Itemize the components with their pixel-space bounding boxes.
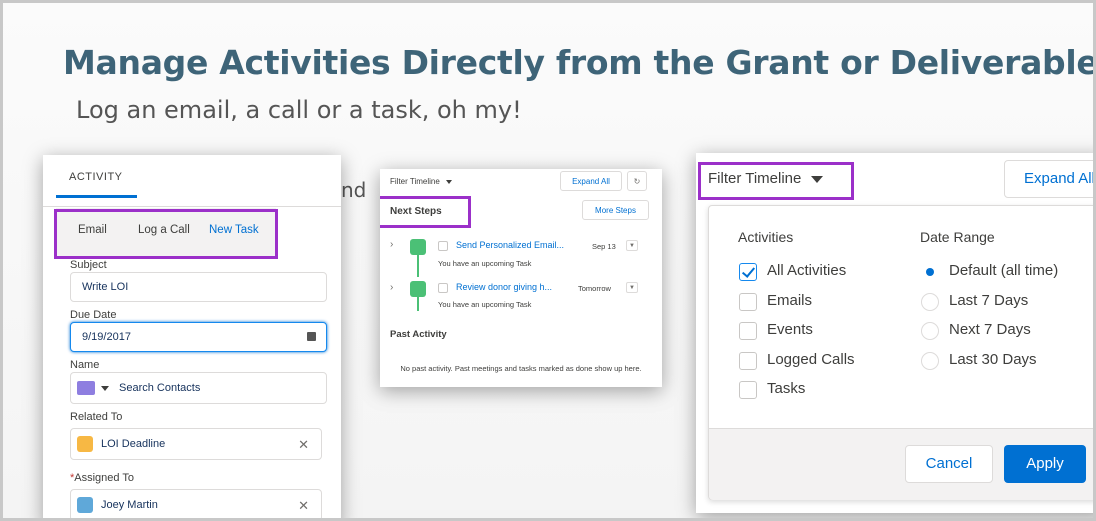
due-date-value: 9/19/2017 (82, 331, 131, 343)
option-label: All Activities (767, 262, 847, 279)
task-title-link[interactable]: Send Personalized Email... (456, 240, 564, 250)
task-icon (410, 281, 426, 297)
contact-icon[interactable] (77, 381, 95, 395)
checkbox-all-activities[interactable] (739, 263, 757, 281)
option-label: Tasks (767, 380, 806, 397)
expand-all-button[interactable]: Expand All (560, 171, 622, 191)
option-label: Events (767, 321, 813, 338)
slide-frame: Manage Activities Directly from the Gran… (0, 0, 1096, 521)
subject-label: Subject (70, 259, 107, 271)
activity-panel: ACTIVITY Email Log a Call New Task Subje… (43, 155, 341, 518)
refresh-icon[interactable]: ↻ (627, 171, 647, 191)
timeline-filter-label: Filter Timeline (390, 177, 440, 186)
no-past-activity-text: No past activity. Past meetings and task… (400, 364, 642, 373)
task-meta: You have an upcoming Task (438, 300, 532, 309)
task-meta: You have an upcoming Task (438, 259, 532, 268)
option-label: Default (all time) (949, 262, 1059, 279)
timeline-panel: Filter Timeline Expand All ↻ Next Steps … (380, 169, 662, 387)
radio-last-30-days[interactable] (921, 352, 939, 370)
crown-icon (77, 436, 93, 452)
cancel-button[interactable]: Cancel (905, 445, 993, 483)
radio-next-7-days[interactable] (921, 322, 939, 340)
timeline-filter-button[interactable]: Filter Timeline (390, 177, 452, 186)
activities-heading: Activities (738, 229, 794, 245)
option-label: Next 7 Days (949, 321, 1031, 338)
related-to-label: Related To (70, 411, 123, 423)
checkbox-tasks[interactable] (739, 381, 757, 399)
related-to-pill[interactable]: LOI Deadline ✕ (70, 428, 322, 460)
highlight-box-next-steps (380, 196, 471, 228)
expand-all-button[interactable]: Expand All (1004, 160, 1093, 198)
task-menu-chevron-icon[interactable]: ▼ (626, 282, 638, 293)
clear-related-icon[interactable]: ✕ (298, 437, 309, 453)
timeline-connector (417, 297, 419, 311)
task-title-link[interactable]: Review donor giving h... (456, 282, 552, 292)
option-label: Logged Calls (767, 351, 855, 368)
chevron-down-icon (445, 179, 452, 184)
subject-input[interactable]: Write LOI (70, 272, 327, 302)
task-icon (410, 239, 426, 255)
task-date: Tomorrow (578, 284, 611, 293)
assigned-to-pill[interactable]: Joey Martin ✕ (70, 489, 322, 518)
filter-popover: Activities Date Range All Activities Ema… (708, 205, 1093, 500)
task-date: Sep 13 (592, 242, 616, 251)
due-date-input[interactable]: 9/19/2017 (70, 322, 327, 352)
clear-assigned-icon[interactable]: ✕ (298, 498, 309, 514)
chevron-right-icon[interactable]: › (390, 282, 393, 293)
active-tab-underline (56, 195, 137, 198)
activity-header: ACTIVITY (43, 155, 341, 207)
filter-panel: Filter Timeline Expand All Activities Da… (696, 153, 1093, 513)
timeline-connector (417, 255, 419, 277)
highlight-box-activity-tabs (54, 209, 278, 259)
radio-default-all-time[interactable] (921, 263, 939, 281)
assigned-to-value: Joey Martin (101, 499, 158, 511)
calendar-icon[interactable] (307, 332, 316, 341)
highlight-box-filter-timeline (698, 162, 854, 200)
name-label: Name (70, 359, 100, 371)
option-label: Last 7 Days (949, 292, 1029, 309)
past-activity-heading: Past Activity (390, 329, 447, 340)
assigned-to-label-text: Assigned To (74, 472, 135, 484)
due-date-label: Due Date (70, 309, 117, 321)
date-range-heading: Date Range (920, 229, 995, 245)
name-lookup-input[interactable]: Search Contacts (70, 372, 327, 404)
apply-button[interactable]: Apply (1004, 445, 1086, 483)
radio-last-7-days[interactable] (921, 293, 939, 311)
user-icon (77, 497, 93, 513)
task-checkbox[interactable] (438, 241, 448, 251)
assigned-to-label: *Assigned To (70, 472, 134, 484)
background-text-fragment: nd (341, 178, 367, 202)
option-label: Emails (767, 292, 813, 309)
checkbox-logged-calls[interactable] (739, 352, 757, 370)
checkbox-emails[interactable] (739, 293, 757, 311)
filter-popover-footer: Cancel Apply (709, 428, 1093, 500)
option-label: Last 30 Days (949, 351, 1037, 368)
slide-subtitle: Log an email, a call or a task, oh my! (76, 96, 522, 124)
activity-tab[interactable]: ACTIVITY (69, 171, 123, 183)
task-menu-chevron-icon[interactable]: ▼ (626, 240, 638, 251)
name-search-placeholder: Search Contacts (119, 382, 201, 394)
slide-title: Manage Activities Directly from the Gran… (63, 43, 1096, 82)
task-checkbox[interactable] (438, 283, 448, 293)
checkbox-events[interactable] (739, 322, 757, 340)
chevron-right-icon[interactable]: › (390, 239, 393, 250)
more-steps-button[interactable]: More Steps (582, 200, 649, 220)
chevron-down-icon[interactable] (101, 385, 109, 391)
related-to-value: LOI Deadline (101, 438, 166, 450)
